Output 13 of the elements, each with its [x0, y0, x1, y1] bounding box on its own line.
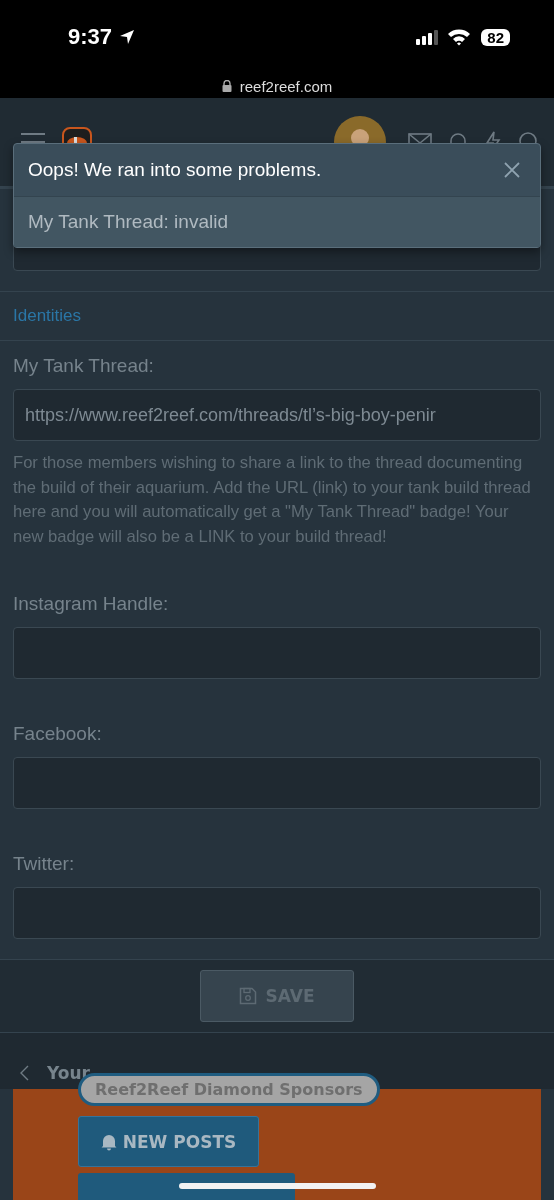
field-label: Twitter: — [13, 853, 76, 875]
input-field[interactable]: https://www.reef2reef.com/threads/tl’s-big-boy-penir — [13, 389, 541, 441]
field-label: My Tank Thread: — [13, 355, 155, 377]
field-label: Instagram Handle: — [13, 593, 170, 615]
battery-level: 82 — [481, 28, 510, 46]
field-help-text: For those members wishing to share a link to the thread documenting the build of their aquarium. Add the URL (link) to your tank build thread here and you will automatically get a "My Tank Thread" badge! Your new badge will also be a LINK to your build thread! — [13, 452, 532, 548]
clock-time: 9:37 — [68, 24, 113, 50]
alert-message: My Tank Thread: invalid — [14, 197, 540, 247]
alert-title: Oops! We ran into some problems. — [28, 159, 322, 181]
section-title: Identities — [0, 292, 554, 341]
field-label: Facebook: — [13, 723, 103, 745]
new-posts-button[interactable]: NEW POSTS — [78, 1116, 259, 1167]
url-text: reef2reef.com — [239, 77, 333, 95]
